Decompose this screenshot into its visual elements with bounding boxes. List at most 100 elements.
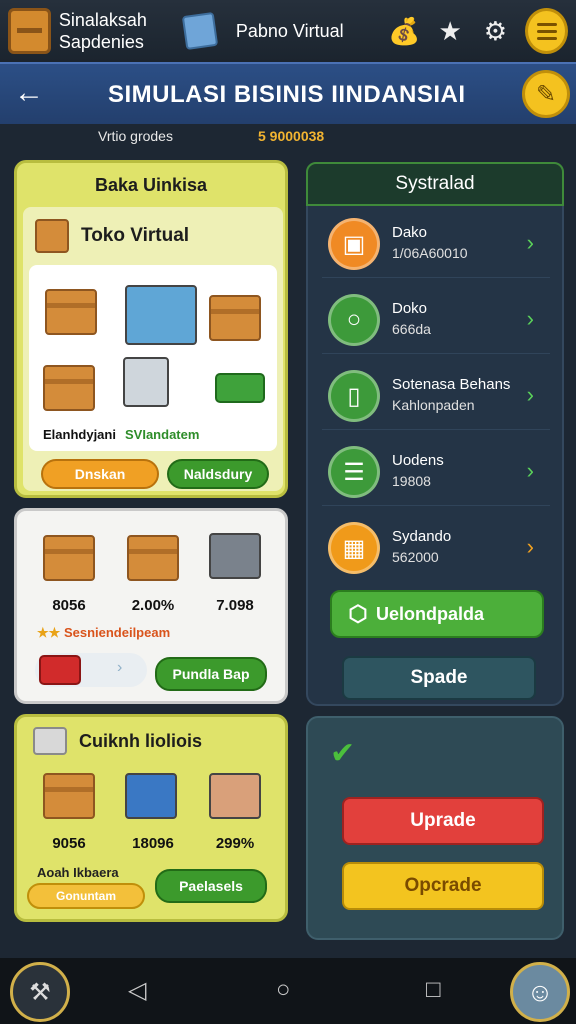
kiosk-icon — [123, 357, 169, 407]
illustration-caption-a: Elanhdyjani — [43, 427, 116, 442]
stat-value: 8056 — [52, 597, 86, 614]
box-icon — [43, 365, 95, 411]
menu-item-label: Uodens — [392, 452, 444, 469]
menu-item-label: Dako — [392, 224, 428, 241]
chevron-right-icon: › — [526, 230, 534, 255]
menu-icon-line — [536, 22, 557, 26]
menu-item-sotenasa[interactable]: ▯ Sotenasa Behans Kahlonpaden › — [322, 364, 550, 430]
menu-button[interactable] — [525, 8, 568, 54]
menu-item-sub: 19808 — [392, 473, 431, 489]
menu-item-dako[interactable]: ▣ Dako 1/06A60010 › — [322, 212, 550, 278]
shop-panel: Baka Uinkisa Toko Virtual Elanhdyjani SV… — [14, 160, 288, 498]
tools-avatar[interactable]: ⚒ — [10, 962, 70, 1022]
menu-item-sub: 562000 — [392, 549, 439, 565]
cup-icon: ○ — [328, 294, 380, 346]
cube-icon[interactable] — [182, 11, 219, 51]
menu-icon-line — [536, 29, 557, 33]
inventory-value: 299% — [215, 835, 255, 852]
bundle-button[interactable]: Pundla Bap — [155, 657, 267, 691]
delivery-slider[interactable]: › — [35, 653, 147, 687]
toko-card-title: Toko Virtual — [81, 225, 190, 246]
store-icon — [125, 285, 197, 345]
brand-name: Sinalaksah Sapdenies — [59, 9, 160, 53]
box-icon — [43, 773, 95, 819]
brand-line2: Sapdenies — [58, 32, 144, 52]
phone-icon: ▯ — [328, 370, 380, 422]
subheader-right: 5 9000038 — [258, 128, 325, 144]
chevron-right-icon: › — [117, 659, 123, 676]
stats-note-text: Sesniendeilpeam — [63, 625, 171, 640]
shop-icon — [35, 219, 69, 253]
primary-green-button[interactable]: ⬡ Uelondpalda — [330, 590, 544, 638]
star-icon: ★★ — [37, 625, 61, 640]
menu-item-sub: 1/06A60010 — [392, 245, 468, 261]
truck-icon — [39, 655, 81, 685]
inventory-caption: Aoah Ikbaera — [37, 865, 119, 880]
star-icon[interactable]: ★ — [434, 14, 465, 48]
stat-value: 2.00% — [131, 597, 175, 614]
stat-value: 7.098 — [216, 597, 254, 614]
register-icon — [33, 727, 67, 755]
brand-line1: Sinalaksah — [58, 10, 147, 30]
truck-icon — [215, 373, 265, 403]
system-nav-bar: ⚒ ◁ ○ □ ☺ — [0, 958, 576, 1024]
toko-card: Toko Virtual Elanhdyjani SVIandatem Dnsk… — [23, 207, 283, 491]
building-icon — [209, 533, 261, 579]
tab-system[interactable]: Systralad — [306, 162, 564, 206]
spade-button[interactable]: Spade — [342, 656, 536, 700]
menu-item-sub: 666da — [392, 321, 431, 337]
menu-item-uodens[interactable]: ☰ Uodens 19808 › — [322, 440, 550, 506]
green-action-button[interactable]: Naldsdury — [167, 459, 269, 489]
stats-note: ★★ Sesniendeilpeam — [37, 625, 170, 641]
city-illustration: Elanhdyjani SVIandatem — [29, 265, 277, 451]
chevron-right-icon: › — [526, 458, 534, 483]
upgrade-yellow-button[interactable]: Opcrade — [342, 862, 544, 910]
chevron-right-icon: › — [526, 534, 534, 559]
chevron-right-icon: › — [526, 306, 534, 331]
primary-green-label: Uelondpalda — [376, 603, 485, 624]
menu-item-sydando[interactable]: ▦ Sydando 562000 › — [322, 516, 550, 582]
back-arrow-icon[interactable]: ← — [14, 76, 44, 110]
store-icon: ▦ — [328, 522, 380, 574]
illustration-caption-b: SVIandatem — [125, 427, 200, 442]
person-icon: ☺ — [526, 976, 554, 1007]
menu-item-sub: Kahlonpaden — [392, 397, 475, 413]
box-logo-icon — [8, 8, 51, 54]
menu-item-label: Doko — [392, 300, 428, 317]
edit-button[interactable]: ✎ — [522, 70, 570, 118]
money-bag-icon[interactable]: 💰 — [388, 14, 420, 48]
upgrade-red-button[interactable]: Uprade — [342, 797, 544, 845]
cart-icon: ☰ — [328, 446, 380, 498]
nav-back-icon[interactable]: ◁ — [128, 976, 146, 1005]
check-icon: ✔ — [330, 737, 356, 770]
gold-button[interactable]: Gonuntam — [27, 883, 145, 909]
orange-action-button[interactable]: Dnskan — [41, 459, 159, 489]
box-icon — [127, 535, 179, 581]
stats-panel: 8056 2.00% 7.098 ★★ Sesniendeilpeam › Pu… — [14, 508, 288, 704]
shop-panel-title: Baka Uinkisa — [94, 175, 208, 195]
nav-home-icon[interactable]: ○ — [276, 976, 291, 1004]
inventory-title: Cuiknh lioliois — [79, 731, 203, 751]
inventory-value: 18096 — [132, 835, 174, 852]
page-title: SIMULASI BISINIS IINDANSIAI — [108, 81, 466, 108]
sales-button[interactable]: Paelasels — [155, 869, 267, 903]
menu-item-label: Sydando — [392, 528, 452, 545]
chevron-right-icon: › — [526, 382, 534, 407]
inventory-panel: Cuiknh lioliois 9056 18096 299% Aoah Ikb… — [14, 714, 288, 922]
user-avatar[interactable]: ☺ — [510, 962, 570, 1022]
page-header: ← SIMULASI BISINIS IINDANSIAI ✎ — [0, 62, 576, 124]
pencil-icon: ✎ — [535, 80, 557, 108]
menu-item-label: Sotenasa Behans — [392, 376, 511, 393]
nav-recents-icon[interactable]: □ — [426, 976, 441, 1004]
top-bar: Sinalaksah Sapdenies Pabno Virtual 💰 ★ ⚙ — [0, 0, 576, 62]
shop-icon — [209, 773, 261, 819]
menu-icon-line — [536, 36, 557, 40]
inventory-value: 9056 — [52, 835, 86, 852]
box-icon — [45, 289, 97, 335]
box-icon — [209, 295, 261, 341]
gear-icon[interactable]: ⚙ — [480, 14, 511, 48]
menu-item-doko[interactable]: ○ Doko 666da › — [322, 288, 550, 354]
box-icon — [43, 535, 95, 581]
top-title: Pabno Virtual — [235, 20, 344, 41]
store-icon — [125, 773, 177, 819]
